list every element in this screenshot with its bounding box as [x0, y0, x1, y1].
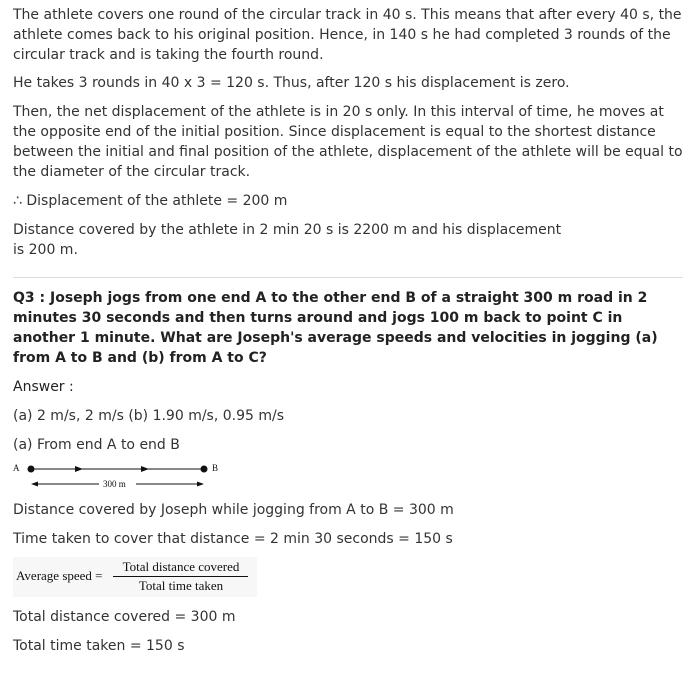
time-line: Time taken to cover that distance = 2 mi… [13, 531, 453, 547]
arrow-right-icon [141, 466, 149, 472]
answer-result: (a) 2 m/s, 2 m/s (b) 1.90 m/s, 0.95 m/s [13, 408, 285, 424]
paragraph-displacement-result: ∴ Displacement of the athlete = 200 m [13, 193, 288, 209]
arrow-left-icon [31, 481, 38, 487]
arrow-right-icon [197, 481, 204, 487]
fraction-bar [113, 576, 248, 577]
formula-numerator: Total distance covered [122, 559, 240, 574]
answer-label: Answer : [13, 379, 74, 395]
question-q3: Q3 : Joseph jogs from one end A to the o… [13, 290, 658, 366]
section-divider [13, 277, 683, 278]
paragraph-three-rounds: He takes 3 rounds in 40 x 3 = 120 s. Thu… [13, 75, 570, 91]
formula-lhs: Average speed = [16, 568, 103, 583]
paragraph-net-displacement: Then, the net displacement of the athlet… [13, 104, 683, 180]
arrow-right-icon [75, 466, 83, 472]
answer-part-a-heading: (a) From end A to end B [13, 437, 180, 453]
paragraph-distance-summary: Distance covered by the athlete in 2 min… [13, 222, 562, 258]
point-b-label: B [212, 463, 218, 473]
average-speed-formula: Average speed = Total distance covered T… [13, 557, 257, 597]
paragraph-track-rounds: The athlete covers one round of the circ… [13, 7, 682, 63]
point-a-label: A [13, 463, 20, 473]
distance-line: Distance covered by Joseph while jogging… [13, 502, 454, 518]
total-time-line: Total time taken = 150 s [13, 638, 185, 654]
a-to-b-diagram: A B 300 m [13, 463, 218, 489]
point-b-dot [200, 465, 208, 473]
total-distance-line: Total distance covered = 300 m [13, 609, 236, 625]
distance-label: 300 m [103, 479, 126, 489]
formula-denominator: Total time taken [138, 578, 224, 593]
